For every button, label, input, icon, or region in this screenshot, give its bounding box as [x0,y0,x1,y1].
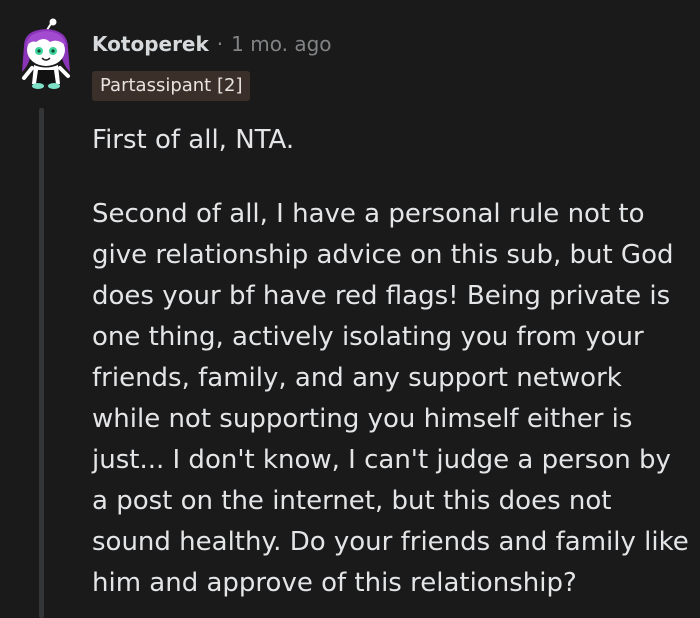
user-flair: Partassipant [2] [92,71,251,101]
comment-meta: Kotoperek · 1 mo. ago [92,30,332,58]
comment: Kotoperek · 1 mo. ago Partassipant [2] Fir… [0,0,700,618]
user-avatar[interactable] [14,18,78,90]
thread-collapse-line[interactable] [39,108,44,618]
comment-paragraph: First of all, NTA. [92,125,295,155]
comment-body: First of all, NTA. Second of all, I have… [92,120,692,604]
comment-paragraph: Second of all, I have a personal rule no… [92,199,689,598]
meta-separator: · [216,32,224,56]
timestamp[interactable]: 1 mo. ago [231,32,331,56]
avatar-icon [22,18,70,89]
username-link[interactable]: Kotoperek [92,32,209,56]
